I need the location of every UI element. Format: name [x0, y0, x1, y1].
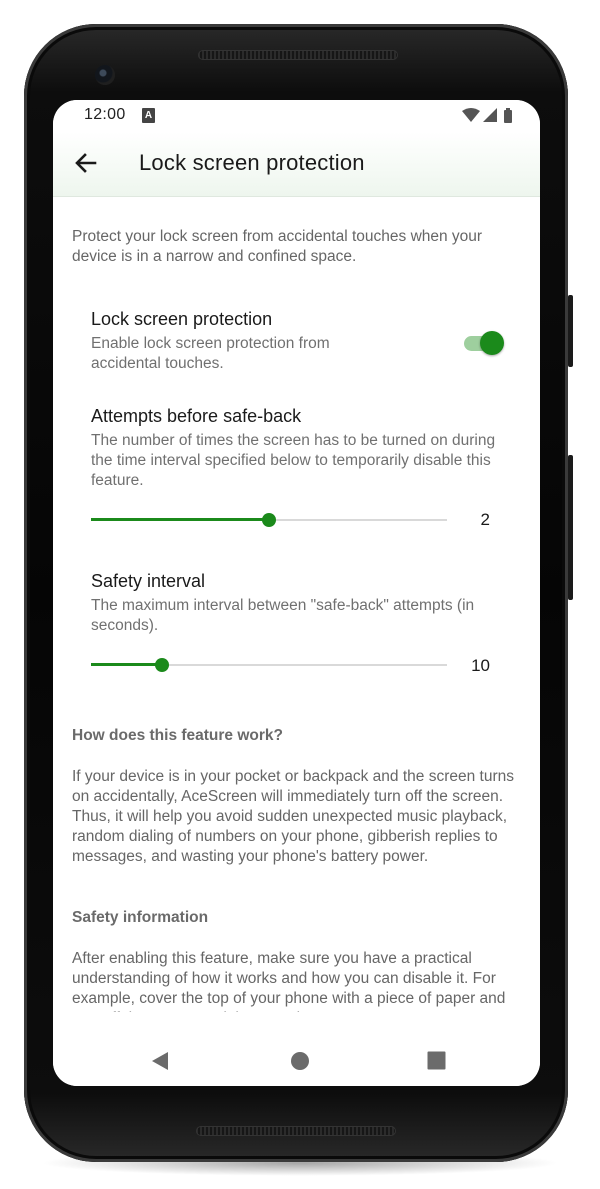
navigation-bar: [53, 1012, 540, 1086]
pref-summary-protection: Enable lock screen protection from accid…: [91, 335, 330, 372]
interval-slider[interactable]: [91, 655, 447, 675]
back-triangle-icon: [152, 1052, 168, 1070]
volume-button: [568, 455, 573, 600]
slider-thumb[interactable]: [262, 513, 276, 527]
bottom-speaker-grille: [196, 1126, 396, 1136]
toggle-thumb: [480, 331, 504, 355]
how-it-works-heading: How does this feature work?: [72, 727, 284, 744]
slider-fill: [91, 663, 162, 666]
intro-text: Protect your lock screen from accidental…: [72, 228, 483, 265]
app-bar: Lock screen protection: [53, 132, 540, 197]
home-circle-icon: [291, 1052, 309, 1070]
arrow-back-icon: [75, 153, 97, 173]
protection-toggle[interactable]: [464, 330, 506, 356]
pref-title-protection: Lock screen protection: [91, 309, 273, 329]
back-button[interactable]: [71, 148, 101, 178]
settings-content[interactable]: Protect your lock screen from accidental…: [53, 197, 540, 1012]
attempts-value: 2: [480, 510, 490, 529]
safety-info-heading: Safety information: [72, 909, 209, 926]
pref-summary-interval: The maximum interval between "safe-back"…: [91, 597, 475, 634]
front-camera: [95, 65, 115, 85]
status-bar: 12:00 A: [53, 100, 540, 132]
status-icons: [462, 108, 512, 123]
pref-summary-attempts: The number of times the screen has to be…: [91, 432, 496, 489]
signal-icon: [483, 108, 497, 122]
nav-home-button[interactable]: [290, 1051, 310, 1071]
power-button: [568, 295, 573, 367]
top-speaker-grille: [198, 50, 398, 60]
notification-app-icon: A: [142, 108, 155, 123]
nav-back-button[interactable]: [149, 1049, 173, 1073]
phone-screen: 12:00 A Lock screen protection Protect y…: [53, 100, 540, 1086]
safety-info-text: After enabling this feature, make sure y…: [72, 950, 506, 1012]
slider-thumb[interactable]: [155, 658, 169, 672]
pref-title-interval: Safety interval: [91, 571, 206, 591]
how-it-works-text: If your device is in your pocket or back…: [72, 768, 514, 865]
page-title: Lock screen protection: [139, 150, 365, 175]
slider-fill: [91, 518, 269, 521]
pref-title-attempts: Attempts before safe-back: [91, 406, 302, 426]
attempts-slider[interactable]: [91, 510, 447, 530]
interval-value: 10: [471, 656, 490, 675]
nav-recents-button[interactable]: [427, 1051, 446, 1070]
status-time: 12:00: [84, 106, 126, 123]
recents-square-icon: [427, 1051, 446, 1070]
wifi-icon: [462, 108, 480, 122]
battery-icon: [504, 110, 512, 123]
